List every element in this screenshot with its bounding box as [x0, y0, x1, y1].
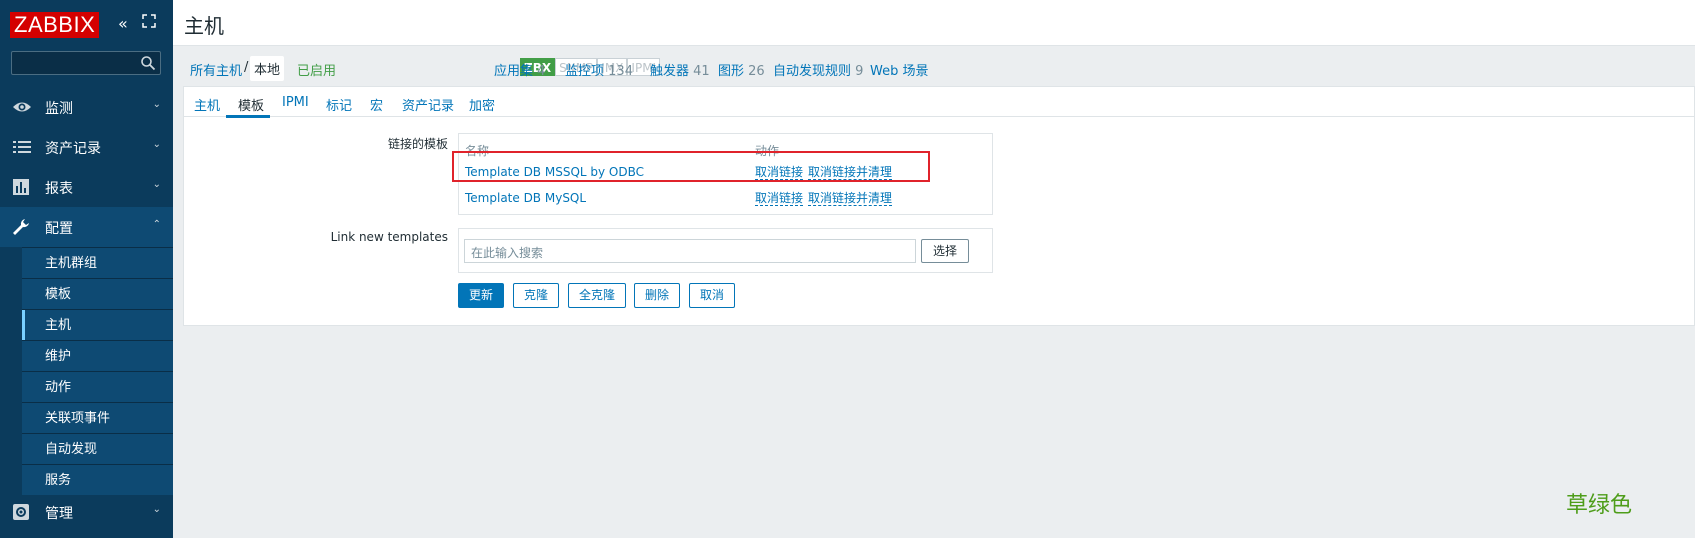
link-count: 26 [748, 64, 765, 79]
chevron-down-icon: ⌄ [152, 179, 161, 190]
submenu-maintenance[interactable]: 维护 [22, 340, 173, 371]
host-form-panel: 主机 模板 IPMI 标记 宏 资产记录 加密 链接的模板 名称 动作 Temp… [183, 86, 1695, 326]
link-count: 4 [537, 64, 546, 79]
kiosk-mode-icon[interactable] [142, 14, 156, 28]
link-new-templates-label: Link new templates [330, 230, 448, 244]
unlink-button[interactable]: 取消链接 [755, 191, 804, 206]
sidebar-search-input[interactable] [11, 51, 161, 75]
menu-inventory[interactable]: 资产记录 ⌄ [0, 127, 173, 167]
chevron-down-icon: ⌄ [152, 504, 161, 515]
collapse-sidebar-icon[interactable]: « [118, 14, 128, 33]
gear-icon [13, 504, 29, 520]
bar-chart-icon [13, 179, 29, 195]
watermark-text: 草绿色 [1566, 493, 1633, 518]
status-enabled[interactable]: 已启用 [297, 60, 336, 79]
highlight-box [452, 151, 930, 182]
link-label: 自动发现规则 [773, 64, 852, 79]
active-tab-indicator [226, 115, 270, 118]
link-count: 134 [608, 64, 633, 79]
breadcrumb-separator: / [244, 60, 249, 75]
list-icon [13, 141, 31, 153]
tab-encryption[interactable]: 加密 [469, 95, 495, 114]
submenu-hosts[interactable]: 主机 [22, 309, 173, 341]
link-new-templates-box: 在此输入搜索 选择 [458, 228, 993, 273]
logo-row: ZABBIX « [0, 0, 173, 48]
main-menu: 监测 ⌄ 资产记录 ⌄ 报表 ⌄ 配置 ⌃ [0, 87, 173, 247]
menu-label: 报表 [45, 181, 73, 197]
link-discovery-rules[interactable]: 自动发现规则 9 [773, 60, 863, 79]
tab-ipmi[interactable]: IPMI [282, 95, 309, 110]
submenu-templates[interactable]: 模板 [22, 278, 173, 309]
link-items[interactable]: 监控项 134 [565, 60, 633, 79]
link-label: 图形 [718, 64, 745, 79]
cancel-button[interactable]: 取消 [689, 283, 735, 308]
full-clone-button[interactable]: 全克隆 [568, 283, 626, 308]
tab-templates[interactable]: 模板 [238, 95, 264, 114]
unlink-clear-button[interactable]: 取消链接并清理 [808, 191, 893, 206]
breadcrumb-all-hosts[interactable]: 所有主机 [190, 60, 242, 79]
tab-bar: 主机 模板 IPMI 标记 宏 资产记录 加密 [184, 87, 1694, 118]
page-title: 主机 [184, 14, 224, 38]
link-count: 9 [855, 64, 864, 79]
delete-button[interactable]: 删除 [634, 283, 680, 308]
host-nav-row: 所有主机 / 本地 已启用 ZBX SNMP JMX IPMI 应用集 4 监控… [173, 46, 1695, 86]
eye-icon [13, 102, 31, 112]
tab-macros[interactable]: 宏 [370, 95, 383, 114]
breadcrumb-current-host[interactable]: 本地 [250, 56, 285, 81]
menu-label: 资产记录 [45, 141, 101, 157]
linked-templates-label: 链接的模板 [387, 137, 448, 151]
config-submenu: 主机群组 模板 主机 维护 动作 关联项事件 自动发现 服务 [0, 247, 173, 495]
submenu-actions[interactable]: 动作 [22, 371, 173, 402]
menu-administration[interactable]: 管理 ⌄ [0, 492, 173, 532]
menu-monitoring[interactable]: 监测 ⌄ [0, 87, 173, 127]
link-web-scenarios[interactable]: Web 场景 [870, 60, 928, 79]
clone-button[interactable]: 克隆 [513, 283, 559, 308]
menu-reports[interactable]: 报表 ⌄ [0, 167, 173, 207]
chevron-down-icon: ⌄ [152, 99, 161, 110]
zabbix-logo[interactable]: ZABBIX [10, 12, 100, 38]
link-label: Web 场景 [870, 64, 929, 79]
link-graphs[interactable]: 图形 26 [718, 60, 765, 79]
tab-tags[interactable]: 标记 [326, 95, 352, 114]
link-applications[interactable]: 应用集 4 [494, 60, 545, 79]
link-label: 触发器 [650, 64, 690, 79]
template-link[interactable]: Template DB MySQL [465, 191, 586, 205]
menu-label: 配置 [45, 221, 73, 237]
wrench-icon [13, 219, 29, 235]
select-button[interactable]: 选择 [921, 239, 969, 263]
submenu-discovery[interactable]: 自动发现 [22, 433, 173, 464]
search-icon[interactable] [140, 55, 156, 71]
link-label: 监控项 [565, 64, 605, 79]
chevron-up-icon: ⌃ [152, 219, 161, 230]
submenu-host-groups[interactable]: 主机群组 [22, 247, 173, 278]
link-label: 应用集 [494, 64, 534, 79]
link-triggers[interactable]: 触发器 41 [650, 60, 710, 79]
template-search-input[interactable]: 在此输入搜索 [464, 239, 916, 263]
tab-inventory[interactable]: 资产记录 [402, 95, 454, 114]
header-bar [173, 0, 1695, 46]
update-button[interactable]: 更新 [458, 283, 504, 308]
tab-host[interactable]: 主机 [194, 95, 220, 114]
sidebar: ZABBIX « 监测 ⌄ 资产记录 ⌄ 报表 ⌄ 配置 ⌃ 主机群组 模板 主… [0, 0, 173, 538]
submenu-correlation[interactable]: 关联项事件 [22, 402, 173, 433]
menu-label: 管理 [45, 506, 73, 522]
menu-label: 监测 [45, 101, 73, 117]
submenu-services[interactable]: 服务 [22, 464, 173, 495]
chevron-down-icon: ⌄ [152, 139, 161, 150]
menu-configuration[interactable]: 配置 ⌃ [0, 207, 173, 247]
link-count: 41 [693, 64, 710, 79]
